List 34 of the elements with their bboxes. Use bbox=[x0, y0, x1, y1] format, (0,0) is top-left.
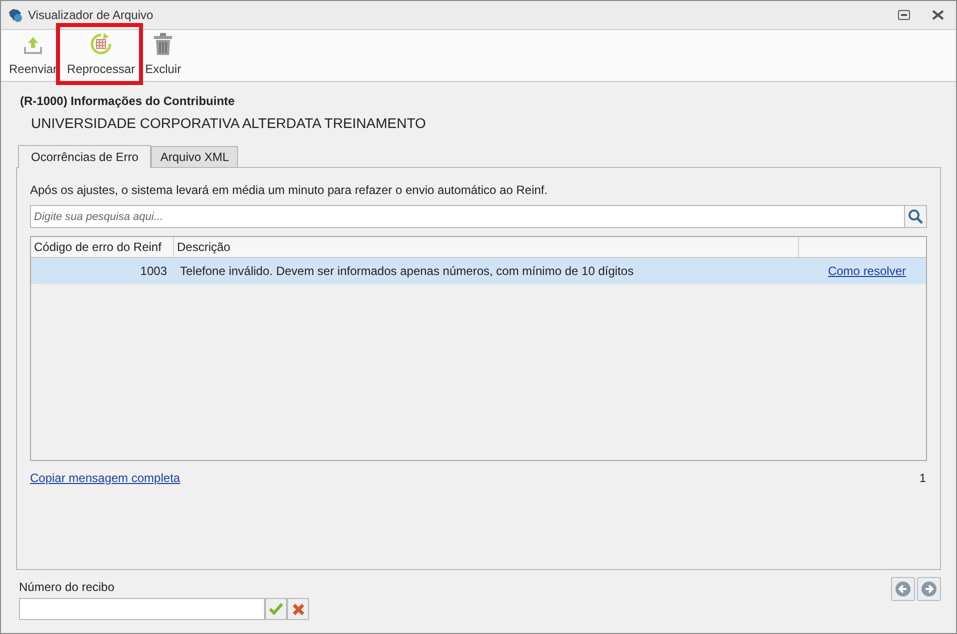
tab[interactable]: Ocorrências de Erro bbox=[18, 145, 152, 168]
close-icon[interactable] bbox=[932, 10, 944, 20]
search-icon bbox=[908, 209, 923, 224]
table-cell-text: Telefone inválido. Devem ser informados apenas números, com mínimo de 10 dígitos bbox=[180, 263, 635, 280]
table-row[interactable]: 1003 Telefone inválido. Devem ser informados apenas números, com mínimo de 10 dígitos Como resolver bbox=[31, 258, 926, 284]
receipt-label: Número do recibo bbox=[19, 579, 116, 596]
restore-icon[interactable] bbox=[898, 10, 910, 20]
search-button[interactable] bbox=[905, 205, 927, 228]
confirm-button[interactable] bbox=[265, 598, 287, 620]
toolbar-button[interactable]: Reenviar bbox=[8, 35, 58, 78]
receipt-field[interactable] bbox=[19, 598, 265, 620]
copy-message-link[interactable]: Copiar mensagem completa bbox=[30, 469, 180, 487]
cross-icon bbox=[292, 602, 304, 616]
app-logo-icon bbox=[7, 7, 23, 23]
previous-button[interactable] bbox=[891, 577, 915, 601]
trash-icon bbox=[154, 33, 172, 55]
toolbar-button[interactable]: Reprocessar bbox=[66, 33, 136, 78]
toolbar-button[interactable]: Excluir bbox=[144, 33, 182, 78]
window-title: Visualizador de Arquivo bbox=[28, 7, 154, 24]
event-title: (R-1000) Informações do Contribuinte bbox=[20, 93, 236, 110]
next-button[interactable] bbox=[917, 577, 941, 601]
column-header[interactable]: Código de erro do Reinf bbox=[31, 237, 174, 257]
refresh-grid-icon bbox=[90, 33, 112, 55]
check-icon bbox=[269, 603, 283, 615]
column-header[interactable]: Descrição bbox=[174, 237, 799, 257]
company-name: UNIVERSIDADE CORPORATIVA ALTERDATA TREINAMENTO bbox=[31, 114, 427, 133]
table-cell-text: 1003 bbox=[139, 263, 167, 280]
cancel-button[interactable] bbox=[287, 598, 309, 620]
how-to-fix-link[interactable]: Como resolver bbox=[828, 262, 906, 280]
tab[interactable]: Arquivo XML bbox=[151, 146, 238, 167]
upload-icon bbox=[23, 35, 44, 55]
row-count: 1 bbox=[919, 470, 926, 487]
info-message: Após os ajustes, o sistema levará em média um minuto para refazer o envio automático ao Reinf. bbox=[30, 182, 549, 199]
search-field[interactable]: Digite sua pesquisa aqui... bbox=[30, 205, 905, 228]
